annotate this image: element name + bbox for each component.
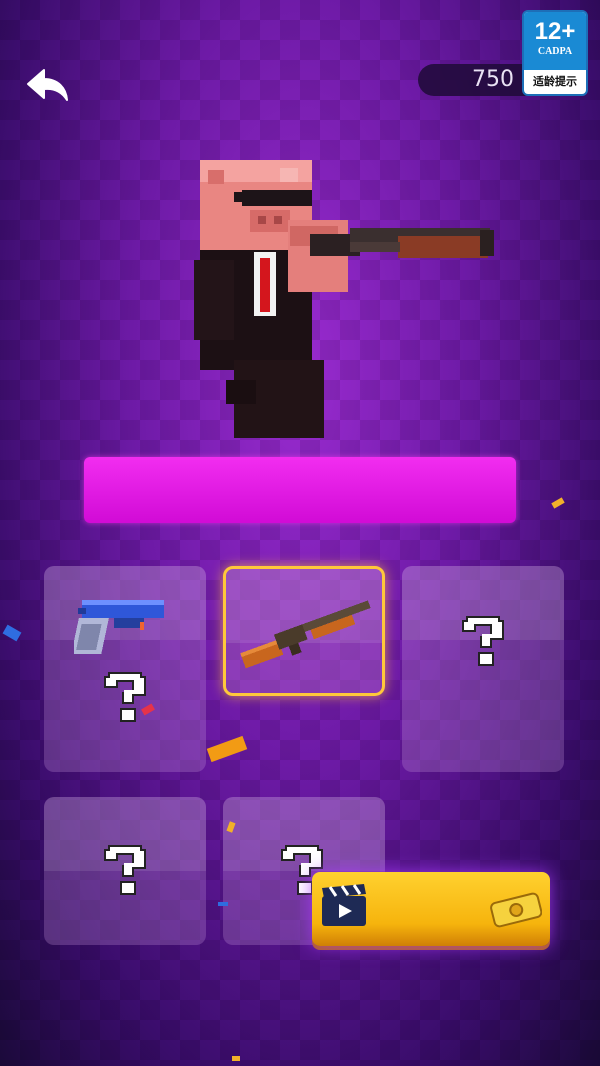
back-arrow-icon bbox=[27, 69, 68, 101]
age-rating-org: CADPA bbox=[537, 46, 573, 57]
weapon-slot-locked-1[interactable] bbox=[402, 566, 564, 772]
confetti-piece bbox=[2, 624, 22, 642]
coin-amount: 750 bbox=[472, 67, 514, 92]
question-mark-icon bbox=[102, 670, 148, 724]
question-mark-icon bbox=[102, 843, 148, 897]
confetti-piece bbox=[551, 497, 565, 509]
clapperboard-video-icon bbox=[322, 884, 366, 926]
character-preview bbox=[194, 160, 494, 438]
age-rating-badge: 12+ CADPA 适龄提示 bbox=[522, 10, 588, 96]
weapon-slot-pistol[interactable] bbox=[44, 566, 206, 772]
confetti-piece bbox=[206, 735, 248, 763]
pistol-icon bbox=[74, 600, 164, 654]
confetti-piece bbox=[232, 1056, 240, 1061]
age-rating-note: 适龄提示 bbox=[533, 75, 577, 88]
weapon-slot-locked-2[interactable] bbox=[44, 797, 206, 945]
weapon-slot-shotgun[interactable] bbox=[223, 566, 385, 696]
watch-video-button[interactable] bbox=[312, 872, 550, 946]
confetti-piece bbox=[218, 902, 228, 906]
ticket-icon bbox=[490, 892, 542, 928]
shotgun-icon bbox=[240, 600, 371, 669]
back-button[interactable] bbox=[24, 66, 72, 106]
age-rating-label: 12+ bbox=[534, 18, 576, 45]
weapon-name-bar bbox=[84, 457, 516, 523]
question-mark-icon bbox=[460, 614, 506, 668]
